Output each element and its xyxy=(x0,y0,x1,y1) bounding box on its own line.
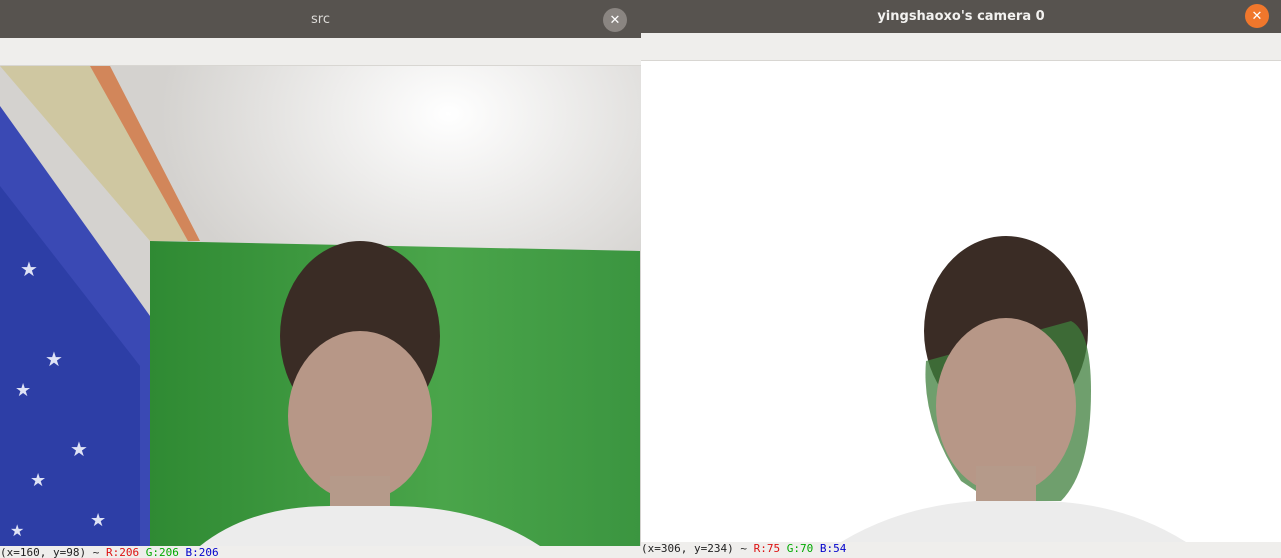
svg-text:★: ★ xyxy=(10,521,24,540)
camera-status-b: B:54 xyxy=(819,542,847,555)
camera-output-image xyxy=(641,61,1281,542)
src-status-r: R:206 xyxy=(105,546,140,558)
camera-status-coords: (x=306, y=234) ~ xyxy=(641,542,754,555)
src-status-coords: (x=160, y=98) ~ xyxy=(0,546,100,558)
camera-window: yingshaoxo's camera 0 ✕ (x=306, y=234) ~… xyxy=(641,0,1281,558)
src-titlebar[interactable]: src ✕ xyxy=(0,0,641,38)
svg-text:★: ★ xyxy=(30,470,46,491)
src-status-bar: (x=160, y=98) ~ R:206 G:206 B:206 xyxy=(0,546,641,558)
camera-window-title: yingshaoxo's camera 0 xyxy=(877,9,1045,24)
svg-text:★: ★ xyxy=(90,510,106,531)
close-icon: ✕ xyxy=(1251,8,1263,24)
src-status-g: G:206 xyxy=(145,546,179,558)
src-close-button[interactable]: ✕ xyxy=(603,8,627,32)
src-status-b: B:206 xyxy=(185,546,219,558)
src-camera-view[interactable]: ★ ★ ★ ★ ★ ★ ★ xyxy=(0,66,641,546)
camera-status-bar: (x=306, y=234) ~ R:75 G:70 B:54 xyxy=(641,542,1281,558)
close-icon: ✕ xyxy=(609,12,621,28)
src-window: src ✕ ★ ★ ★ ★ ★ ★ ★ (x=160, y=98) ~ R:20… xyxy=(0,0,641,558)
svg-text:★: ★ xyxy=(20,257,38,281)
svg-text:★: ★ xyxy=(70,437,88,461)
camera-output-view[interactable] xyxy=(641,61,1281,542)
camera-toolbar xyxy=(641,33,1281,61)
camera-status-g: G:70 xyxy=(786,542,814,555)
svg-text:★: ★ xyxy=(15,380,31,401)
camera-titlebar[interactable]: yingshaoxo's camera 0 ✕ xyxy=(641,0,1281,33)
src-window-title: src xyxy=(311,11,330,27)
svg-text:★: ★ xyxy=(45,347,63,371)
src-toolbar xyxy=(0,38,641,66)
camera-status-r: R:75 xyxy=(753,542,781,555)
src-camera-image: ★ ★ ★ ★ ★ ★ ★ xyxy=(0,66,641,546)
camera-close-button[interactable]: ✕ xyxy=(1245,4,1269,28)
